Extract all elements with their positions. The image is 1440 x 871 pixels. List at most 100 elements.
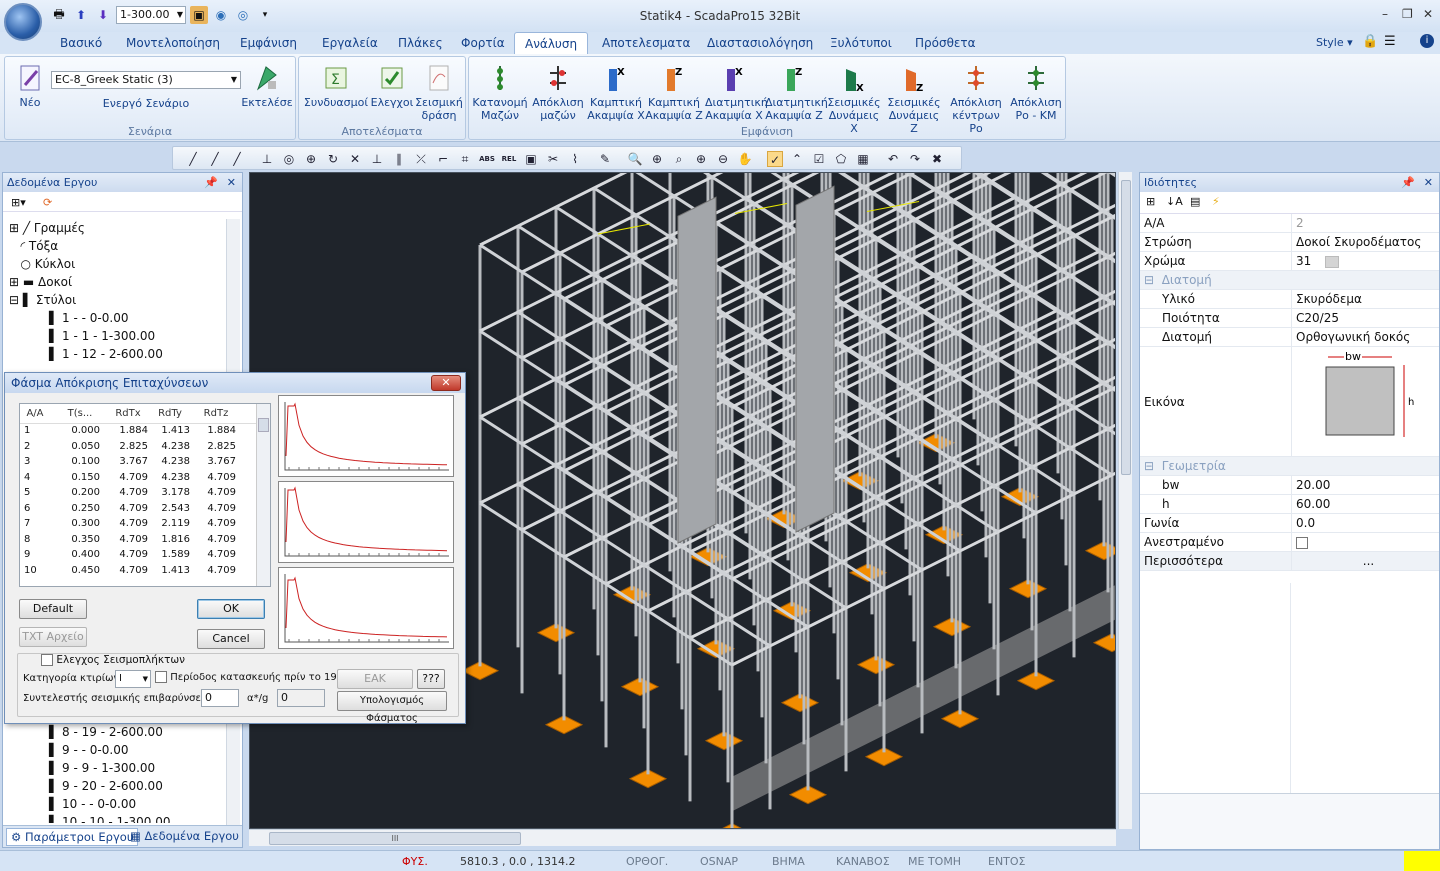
status-section[interactable]: ΜΕ ΤΟΜΗ — [908, 855, 961, 868]
tab-analysis[interactable]: Ανάλυση — [514, 32, 589, 54]
zoom-minus-icon[interactable]: ⊖ — [715, 151, 731, 167]
list-icon[interactable]: ☰ — [1384, 34, 1396, 49]
default-button[interactable]: Default — [19, 599, 87, 619]
prop-row-id[interactable]: Α/Α 2 — [1140, 214, 1439, 233]
tab-tools[interactable]: Εργαλεία — [312, 32, 388, 54]
pan-icon[interactable]: ✋ — [737, 151, 753, 167]
hook-icon[interactable]: ⌐ — [435, 151, 451, 167]
style-menu[interactable]: Style ▾ — [1316, 36, 1353, 49]
maximize-icon[interactable]: ❐ — [1402, 7, 1413, 21]
status-ortho[interactable]: ΟΡΘΟΓ. — [626, 855, 668, 868]
table-row[interactable]: 6 0.250 4.709 2.543 4.709 — [20, 502, 270, 518]
tree-column-item[interactable]: ▌ 9 - - 0-0.00 — [9, 741, 225, 759]
tree-column-item[interactable]: ▌ 8 - 19 - 2-600.00 — [9, 723, 225, 741]
eak-button[interactable]: ΕΑΚ — [337, 669, 413, 689]
tree-arcs[interactable]: ◜ Τόξα — [9, 237, 225, 255]
ro-km-deviation-button[interactable]: Απόκλιση Ρο - ΚΜ — [1007, 61, 1065, 122]
undo-icon[interactable]: ↶ — [885, 151, 901, 167]
viewport-vscroll[interactable] — [1118, 172, 1132, 829]
grid-icon[interactable]: ▦ — [855, 151, 871, 167]
perpendicular-icon[interactable]: ⊥ — [259, 151, 275, 167]
table-row[interactable]: 10 0.450 4.709 1.413 4.709 — [20, 564, 270, 580]
graph-icon[interactable]: ⌃ — [789, 151, 805, 167]
prop-row-color[interactable]: Χρώμα 31 — [1140, 252, 1439, 271]
tab-loads[interactable]: Φορτία — [451, 32, 515, 54]
pin-icon[interactable]: 📌 — [1401, 173, 1415, 192]
status-step[interactable]: ΒΗΜΑ — [772, 855, 805, 868]
pencil-icon[interactable]: ✎ — [597, 151, 613, 167]
line2-tool-icon[interactable]: ╱ — [207, 151, 223, 167]
prop-row-bw[interactable]: bw 20.00 — [1140, 476, 1439, 495]
circle-snap-icon[interactable]: ◎ — [281, 151, 297, 167]
run-scenario-button[interactable]: Εκτελέσε — [241, 61, 293, 121]
seismic-forces-z-button[interactable]: Z Σεισμικές Δυνάμεις Z — [885, 61, 943, 135]
sort-az-icon[interactable]: ↓A — [1166, 195, 1183, 208]
app-menu-button[interactable] — [4, 3, 42, 41]
shape-icon[interactable]: ⬠ — [833, 151, 849, 167]
table-row[interactable]: 8 0.350 4.709 1.816 4.709 — [20, 533, 270, 549]
center-deviation-button[interactable]: Απόκλιση κέντρων Ρο — [947, 61, 1005, 135]
seismic-check-toggle[interactable]: Ελεγχος Σεισμοπλήκτων — [39, 654, 188, 666]
more-button[interactable]: ... — [1291, 552, 1440, 571]
prop-row-material[interactable]: Υλικό Σκυρόδεμα — [1140, 290, 1439, 309]
close-panel-icon[interactable]: ✕ — [1424, 173, 1433, 192]
pin-icon[interactable]: 📌 — [204, 173, 218, 192]
seismic-forces-x-button[interactable]: X Σεισμικές Δυνάμεις X — [825, 61, 883, 135]
prop-row-inverted[interactable]: Ανεστραμένο — [1140, 533, 1439, 552]
new-scenario-button[interactable]: Νέο — [7, 61, 53, 121]
tab-project-params[interactable]: ⚙ Παράμετροι Εργου — [6, 828, 139, 846]
table-row[interactable]: 1 0.000 1.884 1.413 1.884 — [20, 424, 270, 440]
tree-view-icon[interactable]: ⊞▾ — [11, 196, 26, 209]
status-inside[interactable]: ΕΝΤΟΣ — [988, 855, 1026, 868]
categorized-icon[interactable]: ⊞ — [1146, 195, 1155, 208]
scenario-combo[interactable]: EC-8_Greek Static (3) ▼ — [51, 71, 241, 89]
cross-icon[interactable]: ⤫ — [413, 151, 429, 167]
tab-results[interactable]: Αποτελεσματα — [592, 32, 700, 54]
snap-icon[interactable]: ⌗ — [457, 151, 473, 167]
combinations-button[interactable]: Σ Συνδυασμοί — [301, 61, 371, 121]
prop-row-quality[interactable]: Ποιότητα C20/25 — [1140, 309, 1439, 328]
frame-icon[interactable]: ▣ — [523, 151, 539, 167]
mass-deviation-button[interactable]: Απόκλιση μαζών — [529, 61, 587, 122]
mass-distribution-button[interactable]: Κατανομή Μαζών — [471, 61, 529, 122]
help-icon[interactable]: i — [1420, 34, 1434, 48]
tree-column-item[interactable]: ▌ 10 - 10 - 1-300.00 — [9, 813, 225, 823]
bending-stiffness-z-button[interactable]: Z Καμπτική Ακαμψία Z — [645, 61, 703, 122]
attach-icon[interactable]: ⌇ — [567, 151, 583, 167]
section-geometry[interactable]: ⊟ Γεωμετρία — [1140, 457, 1439, 476]
checks-button[interactable]: Ελεγχοι — [369, 61, 415, 121]
center-snap-icon[interactable]: ⊕ — [303, 151, 319, 167]
nearest-icon[interactable]: ⊥ — [369, 151, 385, 167]
table-row[interactable]: 4 0.150 4.709 4.238 4.709 — [20, 471, 270, 487]
spectrum-table[interactable]: Α/Α T(s... RdTx RdTy RdTz 1 0.000 1.884 1.4… — [19, 403, 271, 587]
lock-icon[interactable]: 🔒 — [1362, 34, 1378, 49]
minimize-icon[interactable]: – — [1382, 7, 1388, 21]
tree-column-item[interactable]: ▌ 1 - - 0-0.00 — [9, 309, 225, 327]
calc-spectrum-button[interactable]: Υπολογισμός Φάσματος — [337, 691, 447, 724]
ag-input[interactable]: 0 — [277, 689, 325, 707]
tree-column-item[interactable]: ▌ 10 - - 0-0.00 — [9, 795, 225, 813]
tree-column-item[interactable]: ▌ 1 - 12 - 2-600.00 — [9, 345, 225, 363]
zoom-plus-icon[interactable]: ⊕ — [693, 151, 709, 167]
tab-project-data[interactable]: ▦ Δεδομένα Εργου — [130, 829, 239, 843]
period-checkbox[interactable] — [155, 671, 167, 683]
period-toggle[interactable]: Περίοδος κατασκευής πρίν το 1985 — [155, 671, 349, 683]
tree-beams[interactable]: ⊞ ▬ Δοκοί — [9, 273, 225, 291]
intersect-icon[interactable]: ✕ — [347, 151, 363, 167]
inverted-checkbox[interactable] — [1296, 536, 1308, 549]
viewport-hscroll[interactable]: III — [249, 829, 1116, 846]
status-fys[interactable]: ΦΥΣ. — [402, 855, 428, 868]
tab-formwork[interactable]: Ξυλότυποι — [820, 32, 902, 54]
rotate-icon[interactable]: ↻ — [325, 151, 341, 167]
table-scroll-thumb[interactable] — [258, 418, 269, 432]
cancel-button[interactable]: Cancel — [197, 629, 265, 649]
abs-icon[interactable]: ABS — [479, 151, 495, 167]
table-row[interactable]: 9 0.400 4.709 1.589 4.709 — [20, 548, 270, 564]
status-grid[interactable]: ΚΑΝΑΒΟΣ — [836, 855, 890, 868]
table-row[interactable]: 3 0.100 3.767 4.238 3.767 — [20, 455, 270, 471]
parallel-icon[interactable]: ∥ — [391, 151, 407, 167]
table-row[interactable]: 5 0.200 4.709 3.178 4.709 — [20, 486, 270, 502]
close-icon[interactable]: ✕ — [1423, 7, 1433, 21]
rel-icon[interactable]: REL — [501, 151, 517, 167]
shear-stiffness-z-button[interactable]: Z Διατμητική Ακαμψία Z — [765, 61, 828, 122]
